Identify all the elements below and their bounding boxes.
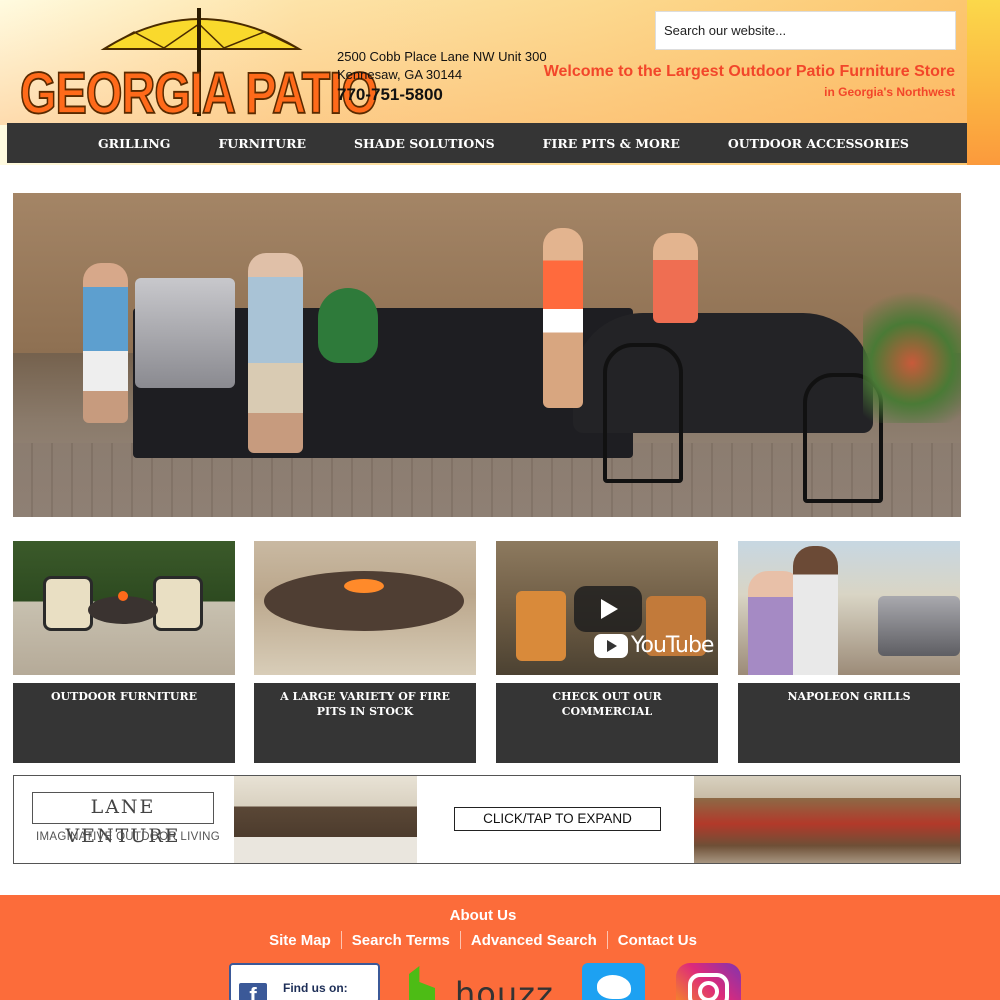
houzz-icon bbox=[409, 966, 435, 1000]
fire-shape bbox=[344, 579, 384, 593]
tile-image-grills[interactable] bbox=[738, 541, 960, 675]
instagram-lens-icon bbox=[698, 981, 719, 1000]
instagram-button[interactable] bbox=[676, 963, 741, 1000]
tile-image-fire-pit[interactable] bbox=[254, 541, 476, 675]
banner-image-sectional bbox=[694, 776, 960, 863]
address-line-2: Kennesaw, GA 30144 bbox=[337, 67, 463, 82]
nav-item-shade-solutions[interactable]: SHADE SOLUTIONS bbox=[354, 136, 495, 151]
tile-caption[interactable]: NAPOLEON GRILLS bbox=[738, 683, 960, 763]
hero-image-outdoor-kitchen[interactable] bbox=[13, 193, 961, 517]
houzz-button[interactable]: houzz bbox=[405, 963, 555, 1000]
youtube-icon bbox=[594, 633, 628, 658]
facebook-button[interactable]: f Find us on: bbox=[229, 963, 380, 1000]
footer-link-contact-us[interactable]: Contact Us bbox=[608, 932, 707, 949]
footer-link-search-terms[interactable]: Search Terms bbox=[342, 932, 460, 949]
grill-shape bbox=[878, 596, 960, 656]
banner-image-sofa-set bbox=[234, 776, 417, 863]
facebook-label: Find us on: bbox=[283, 981, 348, 995]
lane-venture-tagline: IMAGINATIVE OUTDOOR LIVING bbox=[36, 831, 220, 843]
georgia-patio-logo[interactable]: GEORGIA PATIO bbox=[14, 4, 379, 126]
tile-napoleon-grills[interactable]: NAPOLEON GRILLS bbox=[738, 541, 960, 763]
main-nav: GRILLING FURNITURE SHADE SOLUTIONS FIRE … bbox=[7, 123, 967, 163]
logo-text: GEORGIA PATIO bbox=[19, 58, 378, 126]
nav-item-fire-pits[interactable]: FIRE PITS & MORE bbox=[543, 136, 680, 151]
hero-bar-stool-left bbox=[603, 343, 683, 483]
hero-person-3 bbox=[543, 228, 583, 408]
tile-caption[interactable]: A LARGE VARIETY OF FIRE PITS IN STOCK bbox=[254, 683, 476, 763]
address-line-1: 2500 Cobb Place Lane NW Unit 300 bbox=[337, 49, 547, 64]
houzz-wordmark: houzz bbox=[455, 975, 554, 1000]
store-phone[interactable]: 770-751-5800 bbox=[337, 85, 443, 105]
header-accent-strip bbox=[967, 0, 1000, 165]
lane-venture-banner[interactable]: LANE VENTURE IMAGINATIVE OUTDOOR LIVING … bbox=[13, 775, 961, 864]
footer-links: Site Map Search Terms Advanced Search Co… bbox=[0, 931, 966, 949]
footer-link-site-map[interactable]: Site Map bbox=[259, 932, 341, 949]
hero-flowers bbox=[863, 273, 961, 423]
hero-grill bbox=[135, 278, 235, 388]
footer-link-advanced-search[interactable]: Advanced Search bbox=[461, 932, 607, 949]
person-shape bbox=[793, 546, 838, 675]
hero-person-2 bbox=[248, 253, 303, 453]
facebook-icon: f bbox=[239, 983, 267, 1000]
nav-item-grilling[interactable]: GRILLING bbox=[98, 136, 170, 151]
twitter-icon bbox=[597, 975, 631, 999]
lane-venture-logo: LANE VENTURE bbox=[32, 792, 214, 847]
tile-commercial-video[interactable]: YouTube CHECK OUT OUR COMMERCIAL bbox=[496, 541, 718, 763]
tile-outdoor-furniture[interactable]: OUTDOOR FURNITURE bbox=[13, 541, 235, 763]
tile-caption[interactable]: CHECK OUT OUR COMMERCIAL bbox=[496, 683, 718, 763]
search-input[interactable] bbox=[655, 11, 956, 50]
tile-image-furniture[interactable] bbox=[13, 541, 235, 675]
nav-item-furniture[interactable]: FURNITURE bbox=[218, 136, 306, 151]
store-address: 2500 Cobb Place Lane NW Unit 300 Kennesa… bbox=[337, 48, 547, 84]
welcome-subheading: in Georgia's Northwest bbox=[824, 85, 955, 99]
tile-fire-pits[interactable]: A LARGE VARIETY OF FIRE PITS IN STOCK bbox=[254, 541, 476, 763]
hero-person-1 bbox=[83, 263, 128, 423]
nav-item-outdoor-accessories[interactable]: OUTDOOR ACCESSORIES bbox=[728, 136, 909, 151]
chair-shape bbox=[153, 576, 203, 631]
hero-green-egg-smoker bbox=[318, 288, 378, 363]
tile-caption[interactable]: OUTDOOR FURNITURE bbox=[13, 683, 235, 763]
fire-shape bbox=[118, 591, 128, 601]
hero-person-4 bbox=[653, 233, 698, 323]
play-icon bbox=[601, 599, 618, 619]
welcome-heading: Welcome to the Largest Outdoor Patio Fur… bbox=[543, 63, 955, 80]
about-label[interactable]: About Us bbox=[450, 907, 517, 924]
tile-image-video[interactable]: YouTube bbox=[496, 541, 718, 675]
footer-about-link[interactable]: About Us bbox=[0, 907, 966, 924]
chair-shape bbox=[516, 591, 566, 661]
expand-button[interactable]: CLICK/TAP TO EXPAND bbox=[454, 807, 661, 831]
chair-shape bbox=[43, 576, 93, 631]
twitter-button[interactable] bbox=[582, 963, 645, 1000]
youtube-logo: YouTube bbox=[594, 633, 714, 658]
youtube-wordmark: YouTube bbox=[631, 633, 714, 658]
